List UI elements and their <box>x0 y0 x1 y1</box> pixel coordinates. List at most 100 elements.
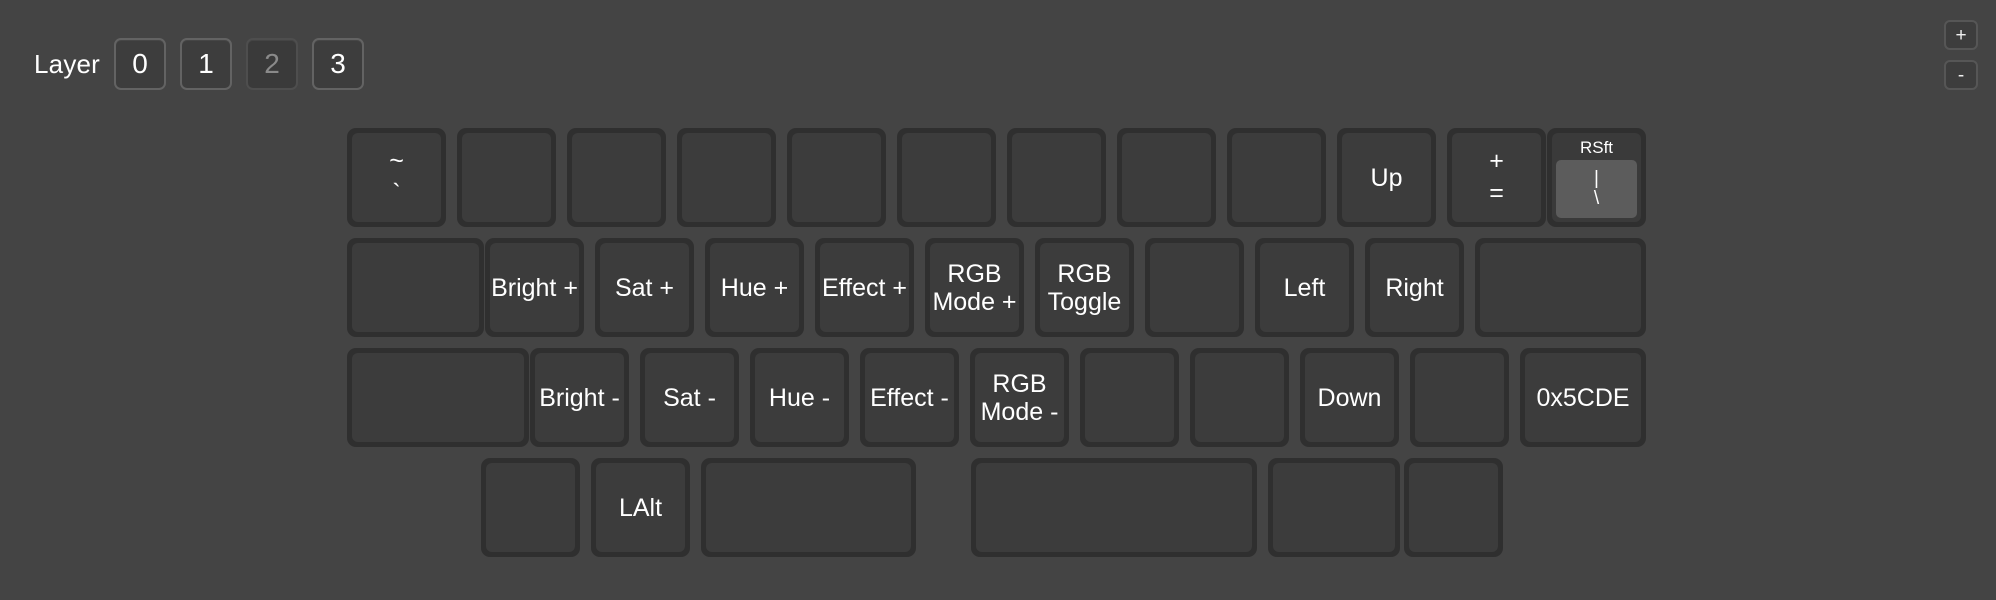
key-rgb-mode[interactable]: RGB Mode + <box>925 238 1024 337</box>
keycap <box>706 463 911 552</box>
keycap: Up <box>1342 133 1431 222</box>
key-legend: RGB Mode - <box>980 369 1059 426</box>
key-blank[interactable] <box>1475 238 1646 337</box>
keycap <box>1150 243 1239 332</box>
key-hold-label: RSft <box>1579 138 1614 157</box>
keycap <box>902 133 991 222</box>
keycap: Sat + <box>600 243 689 332</box>
keycap <box>352 243 479 332</box>
key-sat[interactable]: Sat - <box>640 348 739 447</box>
keycap <box>792 133 881 222</box>
key-blank[interactable] <box>897 128 996 227</box>
keycap <box>1409 463 1498 552</box>
keycap <box>352 353 524 442</box>
key-blank[interactable] <box>1404 458 1503 557</box>
keycap <box>1195 353 1284 442</box>
keycap: Hue + <box>710 243 799 332</box>
key-blank[interactable] <box>1190 348 1289 447</box>
key-blank[interactable] <box>1410 348 1509 447</box>
key-legend: Up <box>1370 163 1403 192</box>
key-hue[interactable]: Hue - <box>750 348 849 447</box>
keycap <box>1480 243 1641 332</box>
keycap: RGB Toggle <box>1040 243 1129 332</box>
key-blank[interactable] <box>1007 128 1106 227</box>
key-legend: Down <box>1317 383 1382 412</box>
keycap <box>1012 133 1101 222</box>
key-blank[interactable] <box>787 128 886 227</box>
key-blank[interactable] <box>1227 128 1326 227</box>
key-legend: Effect - <box>870 383 949 412</box>
key-effect[interactable]: Effect + <box>815 238 914 337</box>
key-legend: ~ ` <box>389 146 404 209</box>
key-legend: Right <box>1385 273 1444 302</box>
key-legend: Effect + <box>821 273 907 302</box>
key-hue[interactable]: Hue + <box>705 238 804 337</box>
key-legend-line: | <box>1594 168 1599 190</box>
key-legend: RGB Toggle <box>1047 259 1122 316</box>
key-blank[interactable] <box>457 128 556 227</box>
key-0x5cde[interactable]: 0x5CDE <box>1520 348 1646 447</box>
keycap <box>1273 463 1395 552</box>
key-[interactable]: + = <box>1447 128 1546 227</box>
key-[interactable]: ~ ` <box>347 128 446 227</box>
key-legend: Bright - <box>539 383 620 412</box>
key-blank[interactable] <box>971 458 1257 557</box>
key-legend-line: ` <box>392 178 401 207</box>
key-effect[interactable]: Effect - <box>860 348 959 447</box>
keycap <box>682 133 771 222</box>
keycap: Left <box>1260 243 1349 332</box>
keycap: Hue - <box>755 353 844 442</box>
keycap <box>572 133 661 222</box>
key-legend: RGB Mode + <box>932 259 1017 316</box>
keycap <box>1415 353 1504 442</box>
key-blank[interactable] <box>1145 238 1244 337</box>
key-blank[interactable] <box>701 458 916 557</box>
key-rgb-toggle[interactable]: RGB Toggle <box>1035 238 1134 337</box>
key-blank[interactable] <box>1080 348 1179 447</box>
key-legend-line: ~ <box>389 147 404 176</box>
keycap: Effect - <box>865 353 954 442</box>
key-left[interactable]: Left <box>1255 238 1354 337</box>
key-legend: + = <box>1489 146 1504 209</box>
key-blank[interactable] <box>567 128 666 227</box>
key-bright[interactable]: Bright - <box>530 348 629 447</box>
keycap: Sat - <box>645 353 734 442</box>
keycap: Right <box>1370 243 1459 332</box>
key-blank[interactable] <box>1117 128 1216 227</box>
key-sat[interactable]: Sat + <box>595 238 694 337</box>
key-lalt[interactable]: LAlt <box>591 458 690 557</box>
key-legend: Left <box>1283 273 1326 302</box>
keycap: Bright - <box>535 353 624 442</box>
key-tap-legend: | \ <box>1556 160 1637 218</box>
keycap <box>486 463 575 552</box>
keycap: 0x5CDE <box>1525 353 1641 442</box>
key-legend-line: = <box>1489 178 1504 207</box>
key-up[interactable]: Up <box>1337 128 1436 227</box>
key-blank[interactable] <box>347 348 529 447</box>
key-down[interactable]: Down <box>1300 348 1399 447</box>
key-blank[interactable] <box>677 128 776 227</box>
keycap: Down <box>1305 353 1394 442</box>
key-legend: LAlt <box>618 493 663 522</box>
key-blank[interactable] <box>347 238 484 337</box>
key-legend: 0x5CDE <box>1536 383 1630 412</box>
keycap: RGB Mode - <box>975 353 1064 442</box>
key-rgb-mode[interactable]: RGB Mode - <box>970 348 1069 447</box>
keycap: + = <box>1452 133 1541 222</box>
keyboard-layout-editor: Layer 0123 + - ~ ` Up + = RSft | \ Bright + Sat +… <box>0 0 1996 600</box>
keycap: RGB Mode + <box>930 243 1019 332</box>
key-legend: Sat - <box>663 383 716 412</box>
key-blank[interactable] <box>1268 458 1400 557</box>
key-rsft[interactable]: RSft | \ <box>1547 128 1646 227</box>
key-legend: Hue - <box>768 383 831 412</box>
keycap <box>462 133 551 222</box>
key-right[interactable]: Right <box>1365 238 1464 337</box>
key-legend: Hue + <box>720 273 789 302</box>
key-legend-line: + <box>1489 147 1504 176</box>
keycap <box>1085 353 1174 442</box>
key-blank[interactable] <box>481 458 580 557</box>
keycap: Effect + <box>820 243 909 332</box>
key-legend: Sat + <box>614 273 675 302</box>
keycap: LAlt <box>596 463 685 552</box>
key-bright[interactable]: Bright + <box>485 238 584 337</box>
